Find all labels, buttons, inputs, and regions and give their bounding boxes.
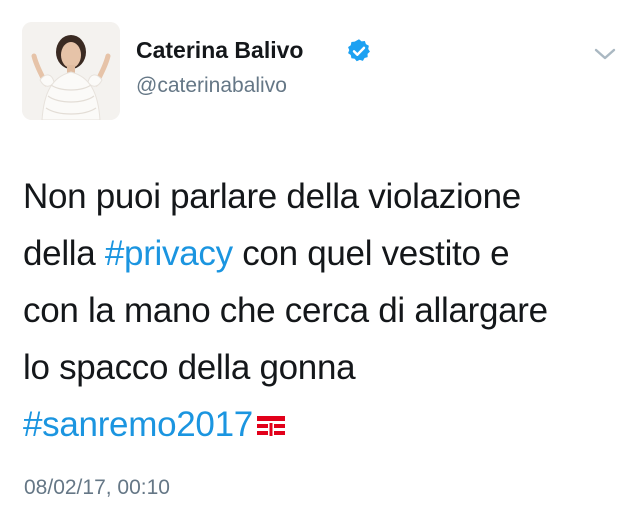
tweet-text-segment: Non puoi parlare della violazione	[23, 177, 521, 216]
tweet-text-line: #sanremo2017	[23, 396, 623, 453]
tweet-text-line: Non puoi parlare della violazione	[23, 168, 623, 225]
username[interactable]: @caterinabalivo	[136, 74, 287, 98]
hashtag-link-sanremo2017[interactable]: #sanremo2017	[23, 405, 253, 444]
tweet-card: Caterina Balivo @caterinabalivo Non puoi…	[0, 0, 640, 525]
avatar[interactable]	[22, 22, 120, 120]
tweet-text-line: lo spacco della gonna	[23, 339, 623, 396]
timestamp[interactable]: 08/02/17, 00:10	[24, 476, 170, 500]
tweet-text-segment: della	[23, 234, 105, 273]
tweet-text-line: con la mano che cerca di allargare	[23, 282, 623, 339]
tweet-text-segment: con la mano che cerca di allargare	[23, 291, 548, 330]
tweet-text: Non puoi parlare della violazione della …	[23, 168, 623, 453]
display-name[interactable]: Caterina Balivo	[136, 37, 303, 64]
tweet-text-segment: lo spacco della gonna	[23, 348, 356, 387]
tweet-text-line: della #privacy con quel vestito e	[23, 225, 623, 282]
tim-logo-icon	[256, 416, 285, 436]
hashtag-link-privacy[interactable]: #privacy	[105, 234, 233, 273]
chevron-down-icon[interactable]	[592, 44, 618, 64]
tweet-text-segment: con quel vestito e	[232, 234, 510, 273]
verified-badge-icon	[348, 39, 370, 62]
profile-photo-icon	[22, 22, 120, 120]
